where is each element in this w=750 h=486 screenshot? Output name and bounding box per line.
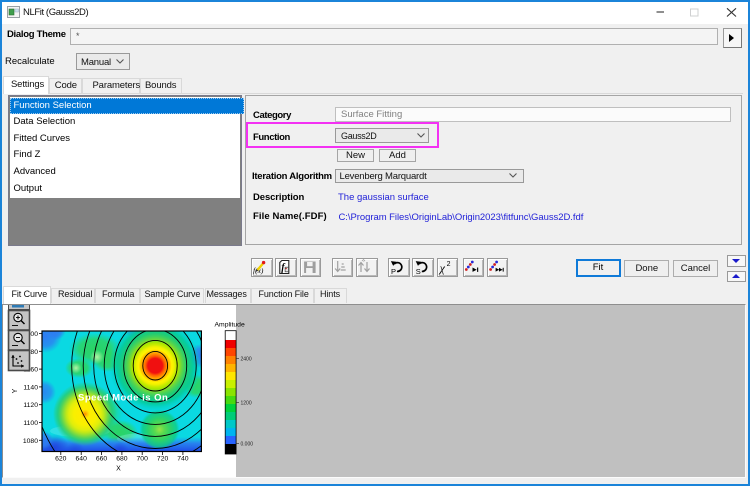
svg-text:1200: 1200 — [241, 400, 252, 406]
svg-text:1140: 1140 — [23, 384, 38, 391]
svg-text:S: S — [416, 267, 421, 276]
svg-text:P: P — [391, 267, 396, 276]
svg-text:Y: Y — [12, 388, 19, 393]
svg-text:2400: 2400 — [241, 356, 252, 362]
svg-text:X: X — [116, 466, 121, 473]
svg-text:1120: 1120 — [23, 402, 38, 409]
svg-text:620: 620 — [55, 456, 67, 463]
svg-text:700: 700 — [137, 456, 149, 463]
svg-text:720: 720 — [157, 456, 169, 463]
svg-text:1100: 1100 — [23, 420, 38, 427]
svg-text:Amplitude: Amplitude — [215, 322, 245, 329]
svg-text:Speed Mode is On: Speed Mode is On — [78, 393, 168, 404]
svg-text:660: 660 — [96, 456, 108, 463]
svg-text:0.000: 0.000 — [241, 441, 254, 447]
svg-text:740: 740 — [177, 456, 189, 463]
svg-text:χ: χ — [439, 261, 446, 275]
svg-text:680: 680 — [116, 456, 128, 463]
svg-text:1080: 1080 — [23, 438, 38, 445]
svg-text:2: 2 — [447, 261, 451, 268]
svg-text:640: 640 — [76, 456, 88, 463]
